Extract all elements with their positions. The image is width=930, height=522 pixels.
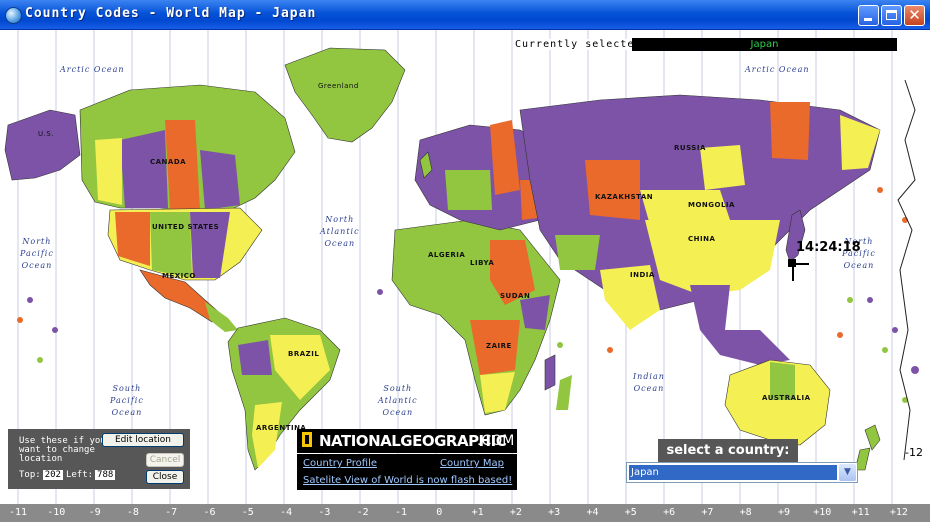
timezone-label: -8 xyxy=(126,507,139,518)
window-title: Country Codes - World Map - Japan xyxy=(25,6,317,21)
country-label: RUSSIA xyxy=(674,144,706,152)
country-label: BRAZIL xyxy=(288,350,320,358)
timezone-label: -2 xyxy=(356,507,369,518)
country-label: UNITED STATES xyxy=(152,223,220,231)
country-label: AUSTRALIA xyxy=(762,394,811,402)
country-select-value: Japan xyxy=(629,465,837,480)
currently-selected-label: Currently selected: xyxy=(515,39,649,50)
country-select[interactable]: Japan ▼ xyxy=(626,462,858,483)
maximize-icon xyxy=(886,10,897,20)
timezone-label: +7 xyxy=(701,507,714,518)
edit-location-hint: Use these if you want to change location xyxy=(19,436,106,464)
country-label: INDIA xyxy=(630,271,655,279)
timezone-label: 0 xyxy=(436,507,443,518)
ocean-label: Arctic Ocean xyxy=(60,65,125,74)
country-label: MEXICO xyxy=(162,272,196,280)
minimize-icon xyxy=(864,18,872,21)
timezone-label: +4 xyxy=(586,507,599,518)
timezone-label: +11 xyxy=(851,507,870,518)
timezone-label: -7 xyxy=(165,507,178,518)
marker-crosshair xyxy=(793,263,809,265)
timezone-label: -3 xyxy=(318,507,331,518)
timezone-label: -4 xyxy=(280,507,293,518)
ocean-label: Arctic Ocean xyxy=(745,65,810,74)
country-label: U.S. xyxy=(38,130,55,138)
country-label: SUDAN xyxy=(500,292,531,300)
timezone-label: +1 xyxy=(471,507,484,518)
edit-location-button[interactable]: Edit location xyxy=(102,433,184,447)
natgeo-frame-icon xyxy=(302,432,312,447)
country-label: CANADA xyxy=(150,158,187,166)
timezone-label: +2 xyxy=(509,507,522,518)
left-value-field[interactable]: 788 xyxy=(95,470,116,480)
country-label: ALGERIA xyxy=(428,251,466,259)
location-coordinates: Top: 202 Left: 788 xyxy=(19,470,118,480)
currently-selected-value: Japan xyxy=(632,38,897,51)
select-country-heading: select a country: xyxy=(658,439,798,462)
timezone-edge-label: -12 xyxy=(905,446,923,459)
ocean-label: South Pacific Ocean xyxy=(110,384,144,417)
timezone-label: -5 xyxy=(241,507,254,518)
ocean-label: North Pacific Ocean xyxy=(20,237,54,270)
country-label: MONGOLIA xyxy=(688,201,735,209)
country-label: CHINA xyxy=(688,235,716,243)
timezone-label: +8 xyxy=(739,507,752,518)
cancel-button[interactable]: Cancel xyxy=(146,453,184,467)
timezone-label: -6 xyxy=(203,507,216,518)
country-label: KAZAKHSTAN xyxy=(595,193,654,201)
timezone-label: +12 xyxy=(889,507,908,518)
natgeo-logo[interactable]: NATIONALGEOGRAPHIC .COM xyxy=(297,429,517,453)
maximize-button[interactable] xyxy=(881,5,902,26)
country-map-link[interactable]: Country Map xyxy=(440,458,504,469)
timezone-label: +3 xyxy=(548,507,561,518)
left-label: Left: xyxy=(65,470,94,480)
ocean-label: South Atlantic Ocean xyxy=(378,384,418,417)
natgeo-dotcom: .COM xyxy=(477,433,515,449)
timezone-label: -9 xyxy=(88,507,101,518)
top-value-field[interactable]: 202 xyxy=(42,470,63,480)
top-label: Top: xyxy=(19,470,41,480)
local-time-clock: 14:24:18 xyxy=(796,240,861,255)
timezone-strip: -11 -10 -9 -8 -7 -6 -5 -4 -3 -2 -1 0 +1 +2 +3 +4 +5 +6 +7 +… xyxy=(0,504,930,522)
country-label: LIBYA xyxy=(470,259,495,267)
close-window-button[interactable]: ✕ xyxy=(904,5,925,26)
satellite-view-link[interactable]: Satelite View of World is now flash base… xyxy=(303,475,512,486)
ocean-label: Indian Ocean xyxy=(633,372,665,393)
title-bar[interactable]: Country Codes - World Map - Japan ✕ xyxy=(0,0,930,30)
ocean-label: North Atlantic Ocean xyxy=(320,215,360,248)
timezone-label: +5 xyxy=(624,507,637,518)
chevron-down-icon[interactable]: ▼ xyxy=(839,464,856,481)
timezone-label: -10 xyxy=(47,507,66,518)
edit-location-panel: Use these if you want to change location… xyxy=(8,429,190,489)
marker-stem xyxy=(792,267,794,281)
minimize-button[interactable] xyxy=(858,5,879,26)
natgeo-links: Country Profile Country Map Satelite Vie… xyxy=(297,454,517,490)
timezone-label: +9 xyxy=(777,507,791,518)
timezone-label: -1 xyxy=(394,507,408,518)
timezone-label: -11 xyxy=(922,507,930,518)
timezone-label: -11 xyxy=(8,507,28,518)
globe-icon xyxy=(5,7,22,24)
country-label: Greenland xyxy=(318,82,359,90)
timezone-label: +10 xyxy=(813,507,832,518)
close-icon: ✕ xyxy=(908,6,921,24)
country-label: ZAIRE xyxy=(486,342,512,350)
country-profile-link[interactable]: Country Profile xyxy=(303,458,377,469)
timezone-label: +6 xyxy=(663,507,676,518)
close-panel-button[interactable]: Close xyxy=(146,470,184,484)
